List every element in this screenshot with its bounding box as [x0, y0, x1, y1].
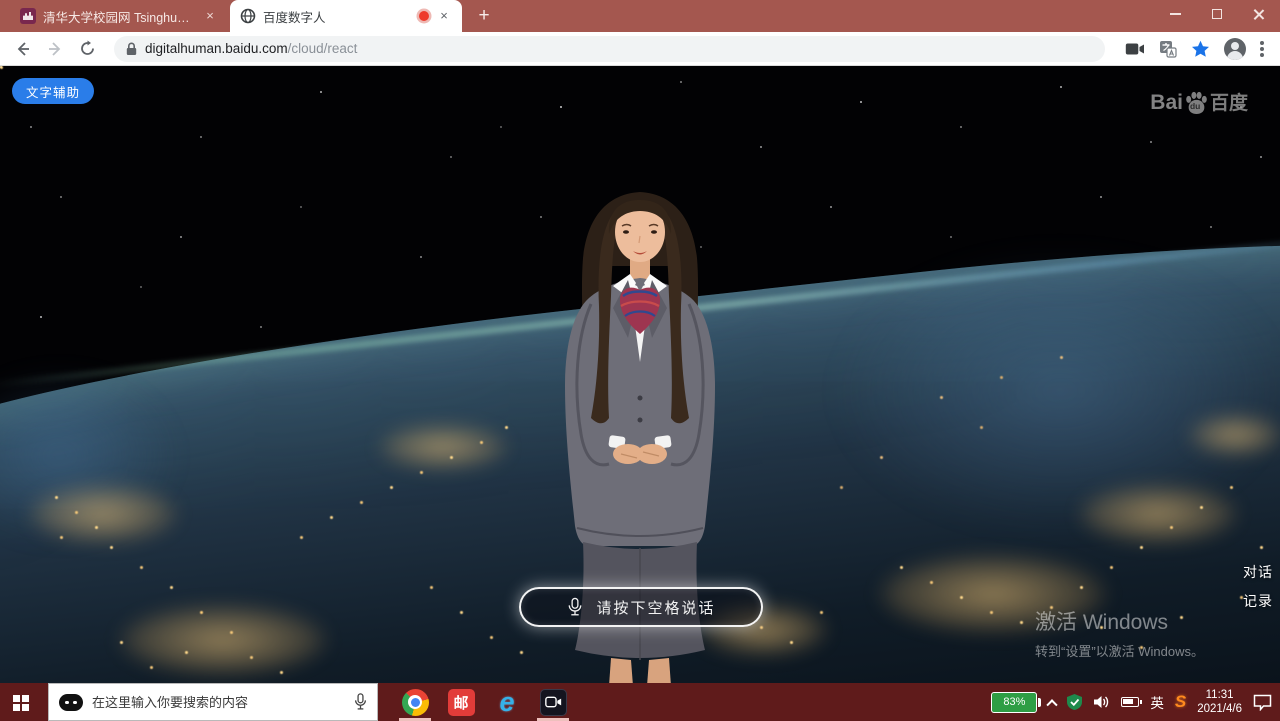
minimize-button[interactable] [1154, 0, 1196, 28]
reload-icon [79, 40, 96, 57]
taskbar-mail-button[interactable]: 邮 [438, 683, 484, 721]
internet-explorer-icon: e [499, 689, 514, 716]
cortana-icon [59, 694, 83, 711]
window-controls [1154, 0, 1280, 28]
speaker-icon[interactable] [1093, 695, 1110, 709]
activate-windows-watermark: 激活 Windows 转到“设置”以激活 Windows。 [1035, 606, 1204, 660]
battery-tray-icon[interactable] [1121, 697, 1139, 707]
maximize-button[interactable] [1196, 0, 1238, 28]
language-indicator[interactable]: 英 [1150, 692, 1164, 712]
close-button[interactable] [1238, 0, 1280, 28]
camera-extension-icon[interactable] [1125, 42, 1145, 56]
clock-time: 11:31 [1197, 688, 1242, 702]
tab-tsinghua[interactable]: 清华大学校园网 Tsinghua Univ × [10, 0, 228, 32]
recording-indicator-icon [419, 11, 429, 21]
windows-taskbar: 邮 e 83% [0, 683, 1280, 721]
windows-logo-icon [13, 695, 20, 702]
url-host: digitalhuman.baidu.com [145, 41, 288, 56]
tray-expand-icon[interactable] [1047, 699, 1058, 710]
address-bar[interactable]: digitalhuman.baidu.com/cloud/react [114, 36, 1105, 62]
sogou-input-icon[interactable]: S [1175, 692, 1186, 712]
chrome-icon [402, 689, 429, 716]
watermark-title: 激活 Windows [1035, 606, 1204, 636]
side-tab-dialog[interactable]: 对话 [1243, 562, 1273, 582]
city-glow [1078, 484, 1238, 544]
clock-date: 2021/4/6 [1197, 702, 1242, 716]
toolbar-icons [1119, 38, 1270, 60]
text-assist-button[interactable]: 文字辅助 [12, 78, 94, 104]
new-tab-button[interactable]: + [472, 5, 496, 29]
side-tab-record[interactable]: 记录 [1243, 591, 1273, 611]
reload-button[interactable] [74, 36, 100, 62]
tab-close-icon[interactable]: × [202, 8, 218, 24]
menu-dots-icon[interactable] [1260, 47, 1264, 51]
city-glow [1188, 414, 1280, 456]
baidu-logo-bai: Bai [1150, 91, 1183, 115]
watermark-subtitle: 转到“设置”以激活 Windows。 [1035, 641, 1204, 660]
start-button[interactable] [0, 683, 48, 721]
taskbar-search-box[interactable] [48, 683, 378, 721]
action-center-icon[interactable] [1253, 694, 1272, 711]
bookmark-star-icon[interactable] [1191, 40, 1210, 58]
globe-favicon-icon [240, 8, 256, 24]
close-icon [1253, 8, 1265, 20]
system-tray: 83% 英 S 11:31 2021/4/6 [991, 688, 1280, 716]
lock-icon [126, 42, 137, 56]
tab-close-icon[interactable]: × [436, 8, 452, 24]
taskbar-camera-button[interactable] [530, 683, 576, 721]
tab-baidu-digitalhuman[interactable]: 百度数字人 × [230, 0, 462, 32]
forward-button[interactable] [42, 36, 68, 62]
taskbar-chrome-button[interactable] [392, 683, 438, 721]
maximize-icon [1212, 9, 1222, 19]
back-icon [14, 40, 32, 58]
taskbar-search-input[interactable] [92, 695, 345, 710]
baidu-logo-cn: 百度 [1210, 88, 1248, 115]
digital-human-page: 文字辅助 Bai du 百度 请按下空格 [0, 66, 1280, 683]
tab-title: 百度数字人 [263, 7, 412, 26]
browser-window: 清华大学校园网 Tsinghua Univ × 百度数字人 × + [0, 0, 1280, 721]
url-path: /cloud/react [288, 41, 358, 56]
city-lights [0, 66, 3, 69]
browser-toolbar: digitalhuman.baidu.com/cloud/react [0, 32, 1280, 66]
taskbar-clock[interactable]: 11:31 2021/4/6 [1197, 688, 1242, 716]
city-glow [118, 604, 328, 676]
baidu-paw-icon: du [1184, 91, 1209, 115]
press-space-to-talk-button[interactable]: 请按下空格说话 [519, 587, 763, 627]
profile-avatar[interactable] [1224, 38, 1246, 60]
conversation-log-panel: 对话 记录 [1243, 562, 1273, 620]
back-button[interactable] [10, 36, 36, 62]
taskbar-apps: 邮 e [392, 683, 576, 721]
microphone-icon [566, 596, 584, 618]
tab-strip: 清华大学校园网 Tsinghua Univ × 百度数字人 × + [0, 0, 1280, 32]
tab-title: 清华大学校园网 Tsinghua Univ [43, 7, 195, 26]
city-glow [378, 424, 508, 470]
search-mic-icon[interactable] [354, 693, 367, 711]
url-text: digitalhuman.baidu.com/cloud/react [145, 41, 357, 56]
taskbar-ie-button[interactable]: e [484, 683, 530, 721]
mic-prompt-text: 请按下空格说话 [596, 597, 715, 618]
forward-icon [46, 40, 64, 58]
camera-app-icon [540, 689, 567, 716]
translate-icon[interactable] [1159, 40, 1177, 58]
defender-shield-icon[interactable] [1067, 694, 1082, 710]
baidu-logo-du: du [1190, 101, 1200, 111]
tsinghua-favicon-icon [20, 8, 36, 24]
battery-percent-widget[interactable]: 83% [991, 692, 1037, 713]
baidu-logo: Bai du 百度 [1150, 88, 1248, 115]
mail-icon: 邮 [448, 689, 475, 716]
city-glow [28, 484, 178, 544]
minimize-icon [1170, 13, 1181, 15]
